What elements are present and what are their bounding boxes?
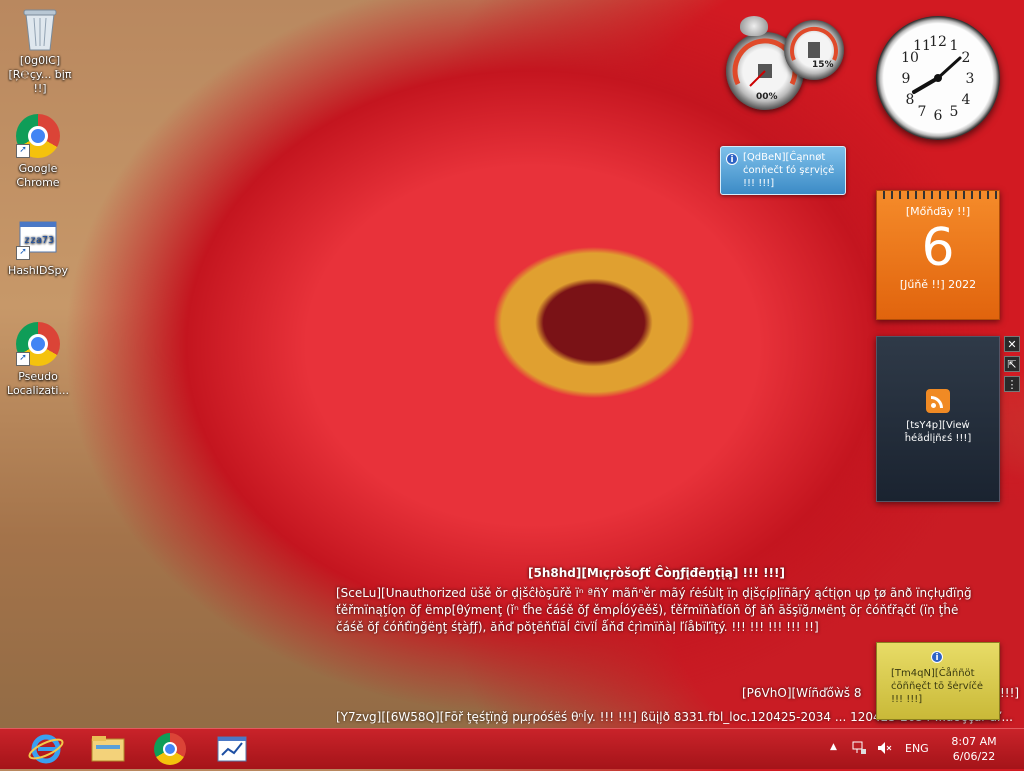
clock-gadget[interactable]: 12 1 2 345 678 9 10 11 <box>876 16 1000 140</box>
shortcut-arrow-icon: ➚ <box>16 144 30 158</box>
desktop-icon-label: HashIDSpy <box>8 264 68 277</box>
desktop-icon-label: [0g0lC][Ŗ℮çy... ƀįπ !!] <box>8 54 72 95</box>
gadget-resize-icon[interactable]: ⇱ <box>1004 356 1020 372</box>
info-icon: i <box>931 651 943 663</box>
svg-text:2: 2 <box>962 50 971 66</box>
taskbar: ▲ ENG 8:07 AM 6/06/22 <box>0 728 1024 769</box>
taskbar-chrome[interactable] <box>142 731 198 767</box>
taskbar-internet-explorer[interactable] <box>18 731 74 767</box>
hashidspy-icon <box>217 736 247 762</box>
svg-text:8: 8 <box>906 92 915 108</box>
svg-text:7: 7 <box>918 104 927 120</box>
desktop-icon-label: Pseudo Localizati... <box>7 370 69 397</box>
taskbar-hashidspy[interactable] <box>204 731 260 767</box>
file-explorer-icon <box>91 736 125 762</box>
svg-text:zza73: zza73 <box>24 235 54 246</box>
desktop-icon-label: Google Chrome <box>16 162 60 189</box>
volume-muted-icon[interactable] <box>876 740 892 759</box>
watermark-title: [5h8hd][Mıçŗòšοƒť Ĉòŋƒįđēŋţįą] !!! !!!] <box>528 566 785 580</box>
calendar-gadget[interactable]: [Mőňďāy !!] 6 [Jűňě !!] 2022 <box>876 190 1000 320</box>
desktop-icon-hashidspy[interactable]: zza73 ➚ HashIDSpy <box>0 216 76 278</box>
connection-error-balloon: i [QdBeN][Ĉąnnøt ċonñеčt ťó şεŗvįçě !!! … <box>720 146 846 195</box>
desktop-icon-recycle-bin[interactable]: [0g0lC][Ŗ℮çy... ƀįπ !!] <box>2 6 78 96</box>
hashidspy-icon: zza73 ➚ <box>16 216 60 260</box>
desktop-icon-pseudo-localization[interactable]: ➚ Pseudo Localizati... <box>0 322 76 398</box>
chrome-icon: ➚ <box>16 114 60 158</box>
svg-text:9: 9 <box>902 71 911 87</box>
chrome-icon <box>154 733 186 765</box>
clock-time: 8:07 AM <box>951 735 997 748</box>
taskbar-file-explorer[interactable] <box>80 731 136 767</box>
map-gadget[interactable]: i [Tm4qN][Ċåññöt ċōññęčt tō šėŗvíčė !!! … <box>876 642 1000 720</box>
clock-face-icon: 12 12 345 678 91011 <box>901 34 975 124</box>
svg-text:11: 11 <box>913 38 931 54</box>
memory-gauge-icon <box>790 26 838 61</box>
svg-text:5: 5 <box>950 104 959 120</box>
memory-percent: 15% <box>812 60 834 70</box>
recycle-bin-icon <box>18 6 62 51</box>
watermark-edition: [P6VhO][Wíñďőẁš 8 <box>742 686 862 700</box>
svg-text:6: 6 <box>934 108 943 124</box>
clock-date: 6/06/22 <box>952 750 996 763</box>
system-clock[interactable]: 8:07 AM 6/06/22 <box>946 734 1002 764</box>
calendar-day-name: [Mőňďāy !!] <box>905 205 971 218</box>
svg-text:4: 4 <box>962 92 971 108</box>
svg-text:12: 12 <box>929 34 947 50</box>
feed-headlines-gadget[interactable]: [tsY4p][Vieẃ ĥéãḋlįñεś !!!] <box>876 336 1000 502</box>
svg-text:3: 3 <box>966 71 975 87</box>
desktop-icon-google-chrome[interactable]: ➚ Google Chrome <box>0 114 76 190</box>
network-icon[interactable] <box>852 740 868 759</box>
map-gadget-text: [Tm4qN][Ċåññöt ċōññęčt tō šėŗvíčė !!! !!… <box>891 668 984 705</box>
language-indicator[interactable]: ENG <box>905 742 929 755</box>
cpu-percent: 00% <box>756 92 778 102</box>
balloon-text: [QdBeN][Ĉąnnøt ċonñеčt ťó şεŗvįçě !!! !!… <box>743 152 835 189</box>
memory-meter-gadget[interactable]: 15% <box>784 20 844 80</box>
show-hidden-icons-icon[interactable]: ▲ <box>830 742 837 752</box>
rss-icon <box>926 389 950 413</box>
calendar-binding <box>877 191 999 199</box>
calendar-date: 6 <box>921 218 955 278</box>
chrome-icon: ➚ <box>16 322 60 366</box>
gadget-drag-handle-icon[interactable]: ⋮ <box>1004 376 1020 392</box>
gadget-close-icon[interactable]: ✕ <box>1004 336 1020 352</box>
svg-text:1: 1 <box>950 38 959 54</box>
info-icon: i <box>726 153 738 165</box>
shortcut-arrow-icon: ➚ <box>16 246 30 260</box>
watermark-edition-tail: !!!] <box>1000 686 1020 700</box>
watermark-body: [SceLu][Unauthorized üšě ŏr ḍįšĉłòşūřě ï… <box>336 586 972 634</box>
shortcut-arrow-icon: ➚ <box>16 352 30 366</box>
gadget-close-icon[interactable] <box>740 16 768 36</box>
feed-label[interactable]: [tsY4p][Vieẃ ĥéãḋlįñεś !!!] <box>877 419 999 445</box>
internet-explorer-icon <box>28 734 64 764</box>
calendar-month-year: [Jűňě !!] 2022 <box>899 278 977 291</box>
